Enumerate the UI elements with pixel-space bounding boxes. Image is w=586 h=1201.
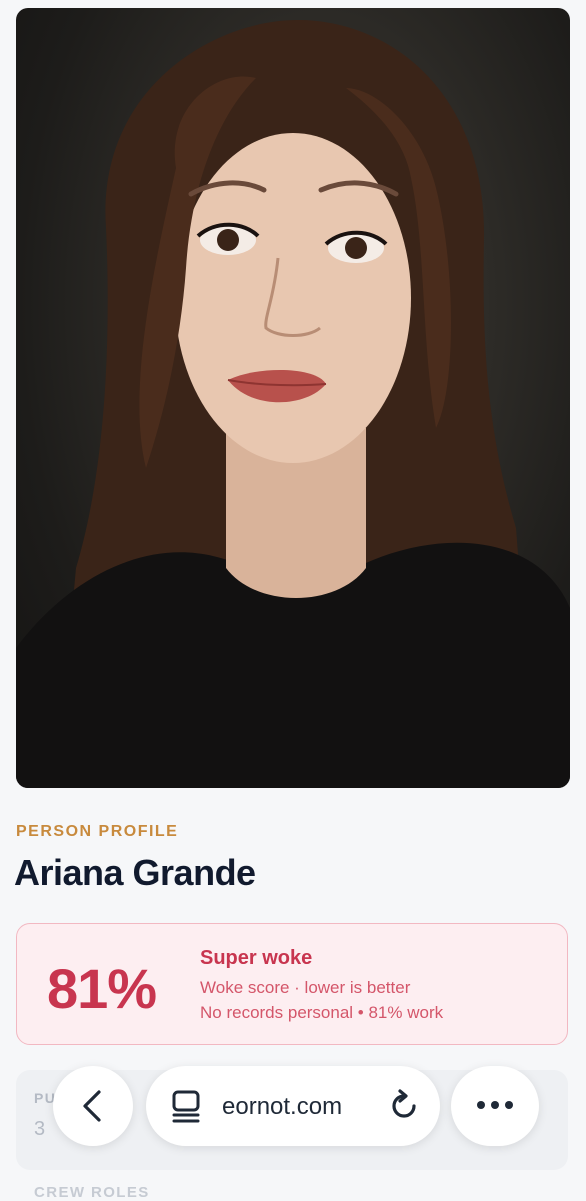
portrait-photo xyxy=(16,19,570,788)
reload-icon[interactable] xyxy=(386,1088,422,1124)
woke-score-card: 81% Super woke Woke score · lower is bet… xyxy=(16,923,568,1045)
section-label: PERSON PROFILE xyxy=(16,823,179,840)
more-button[interactable] xyxy=(451,1066,539,1146)
more-dots-icon xyxy=(477,1101,513,1109)
reader-mode-icon[interactable] xyxy=(170,1088,204,1124)
score-title: Super woke xyxy=(200,947,313,969)
stats-value: 3 xyxy=(34,1118,46,1140)
back-button[interactable] xyxy=(53,1066,133,1146)
person-name: Ariana Grande xyxy=(14,852,256,893)
profile-photo xyxy=(16,8,570,788)
url-text[interactable]: eornot.com xyxy=(222,1093,342,1121)
chevron-left-icon xyxy=(83,1090,101,1122)
score-subtitle: Woke score · lower is better xyxy=(200,978,411,997)
crew-roles-label: CREW ROLES xyxy=(34,1184,150,1201)
address-bar[interactable]: eornot.com xyxy=(146,1066,440,1146)
score-percent: 81% xyxy=(47,957,157,1020)
score-detail: No records personal • 81% work xyxy=(200,1003,444,1022)
